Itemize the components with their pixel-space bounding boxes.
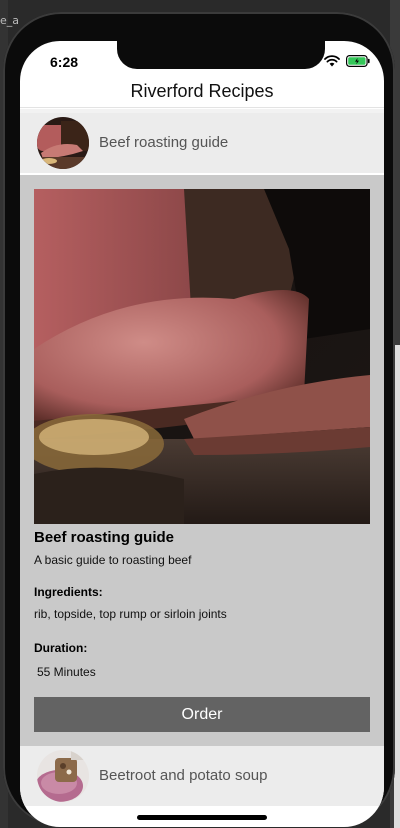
recipe-row-beetroot-soup[interactable]: Beetroot and potato soup bbox=[20, 746, 384, 806]
status-time: 6:28 bbox=[50, 54, 79, 70]
home-indicator[interactable] bbox=[137, 815, 267, 820]
recipe-row-beef-roasting[interactable]: Beef roasting guide bbox=[20, 113, 384, 173]
recipe-row-label: Beetroot and potato soup bbox=[99, 767, 268, 784]
phone-screen: 6:28 Riverford Recipes Beef roasting gui… bbox=[20, 41, 384, 827]
recipe-description: A basic guide to roasting beef bbox=[34, 553, 192, 567]
phone-frame: 6:28 Riverford Recipes Beef roasting gui… bbox=[3, 12, 395, 827]
recipe-row-label: Beef roasting guide bbox=[99, 134, 229, 151]
ingredients-value: rib, topside, top rump or sirloin joints bbox=[34, 607, 227, 621]
sliced-roast-beef-photo-icon bbox=[34, 189, 370, 524]
duration-label: Duration: bbox=[34, 641, 88, 655]
battery-icon bbox=[346, 55, 370, 67]
nav-title: Riverford Recipes bbox=[20, 75, 384, 108]
notch bbox=[117, 41, 325, 69]
order-button[interactable]: Order bbox=[34, 697, 370, 732]
status-icons bbox=[324, 55, 370, 67]
duration-value: 55 Minutes bbox=[37, 665, 96, 679]
wifi-icon bbox=[324, 55, 340, 67]
roast-beef-thumbnail-icon bbox=[37, 117, 89, 169]
soup-bowl-thumbnail-icon bbox=[37, 750, 89, 802]
ingredients-label: Ingredients: bbox=[34, 585, 103, 599]
recipe-title: Beef roasting guide bbox=[34, 529, 175, 546]
desktop-window-fragment-text: e_a bbox=[0, 14, 20, 27]
recipe-detail-panel: Beef roasting guide A basic guide to roa… bbox=[20, 175, 384, 746]
